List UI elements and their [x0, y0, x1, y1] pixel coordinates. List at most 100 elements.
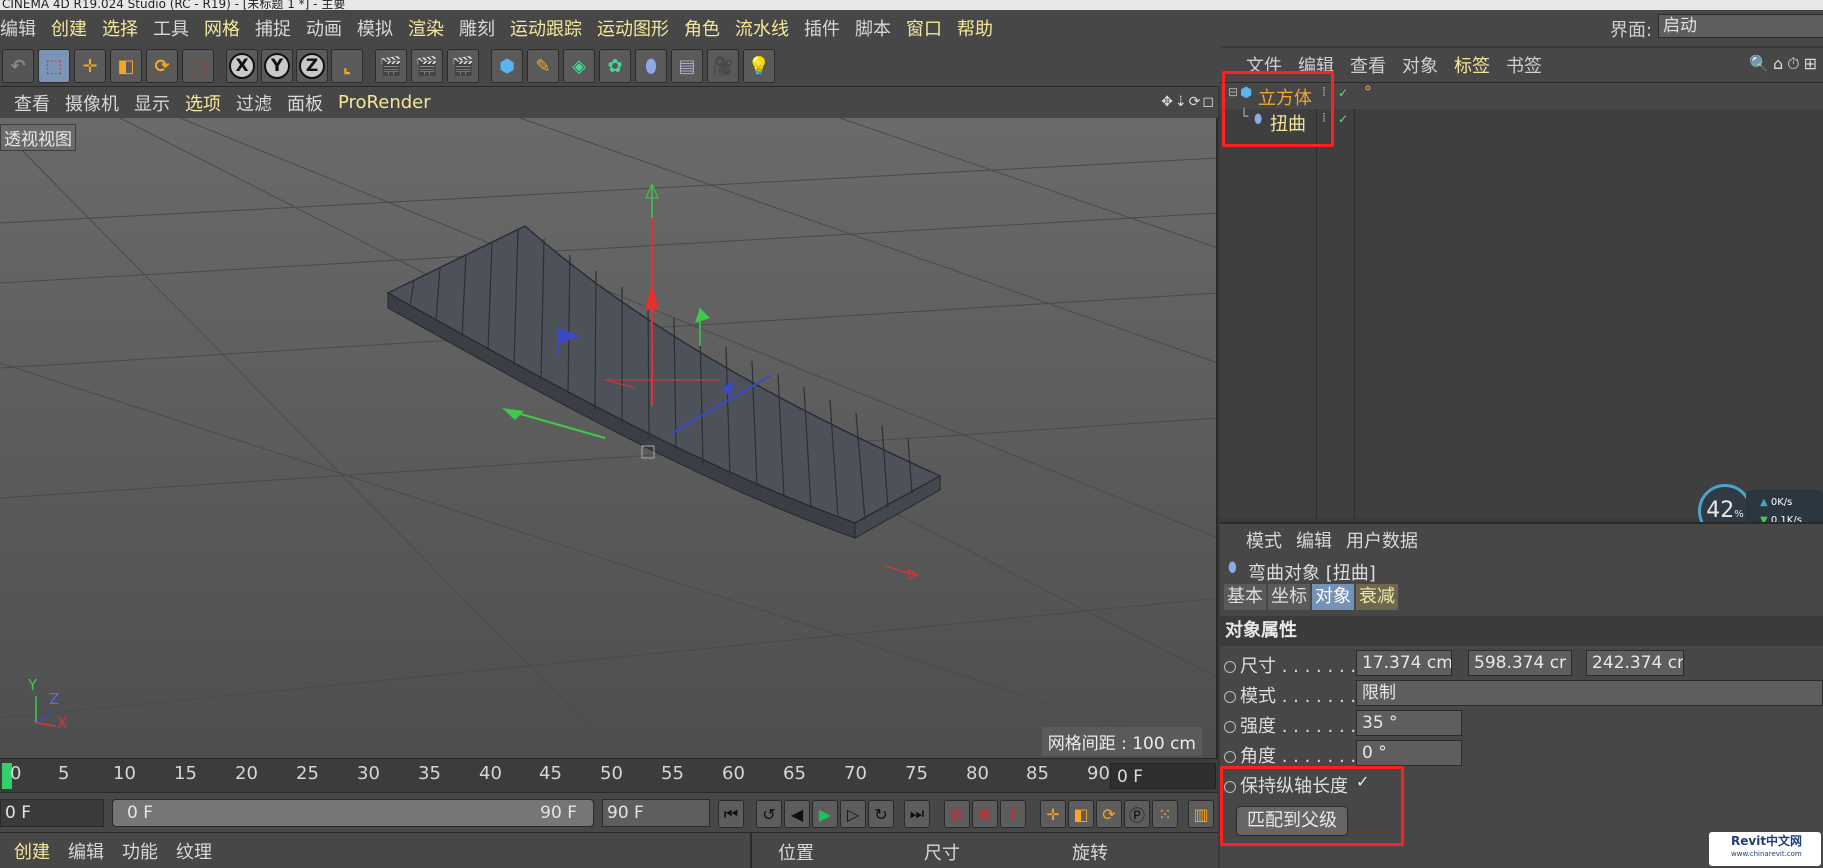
viewport-menu-item[interactable]: 选项 — [185, 90, 221, 116]
timeline-window-icon[interactable]: ▥ — [1188, 800, 1214, 828]
tab-falloff[interactable]: 衰减 — [1356, 584, 1398, 610]
material-menu-item[interactable]: 创建 — [14, 838, 50, 864]
om-menu-item[interactable]: 对象 — [1402, 52, 1438, 78]
undo-icon[interactable]: ↶ — [2, 49, 34, 83]
last-tool-icon[interactable]: ⬚ — [182, 49, 214, 83]
next-key-icon[interactable]: ↻ — [868, 800, 894, 828]
viewport-menu-item[interactable]: 显示 — [134, 90, 170, 116]
tag-icon[interactable]: ⚬ — [1362, 81, 1374, 97]
current-frame-field[interactable]: 0 F — [1110, 763, 1216, 789]
viewport-nav-icons[interactable]: ✥⇣⟳◻ — [1161, 94, 1216, 110]
animate-dot-icon[interactable] — [1224, 751, 1236, 763]
enabled-check-icon[interactable]: ✓ — [1338, 86, 1348, 100]
am-menu-item[interactable]: 用户数据 — [1346, 527, 1418, 553]
object-list[interactable]: ⊟ ⬢ 立方体 ⁞ ✓ ⚬ └ ⬮ 扭曲 ⁞ ✓ — [1220, 71, 1823, 519]
menu-item[interactable]: 工具 — [153, 15, 189, 41]
om-menu-item[interactable]: 标签 — [1454, 52, 1490, 78]
viewport-menu-item[interactable]: 面板 — [287, 90, 323, 116]
menu-item[interactable]: 运动跟踪 — [510, 15, 582, 41]
om-toolbar-icons[interactable]: 🔍⌂⏱⊞ — [1749, 54, 1821, 74]
coordinate-system-icon[interactable]: ⌞ — [331, 49, 363, 83]
om-menu-item[interactable]: 书签 — [1506, 52, 1542, 78]
prev-frame-icon[interactable]: ◀ — [784, 800, 810, 828]
menu-item[interactable]: 捕捉 — [255, 15, 291, 41]
tab-object[interactable]: 对象 — [1312, 584, 1354, 610]
render-view-icon[interactable]: 🎬 — [375, 49, 407, 83]
menu-item[interactable]: 网格 — [204, 15, 240, 41]
size-y-field[interactable]: 598.374 cr — [1468, 650, 1572, 676]
camera-icon[interactable]: 🎥 — [707, 49, 739, 83]
am-menu-item[interactable]: 编辑 — [1296, 527, 1332, 553]
key-position-icon[interactable]: ✛ — [1040, 800, 1066, 828]
menu-item[interactable]: 脚本 — [855, 15, 891, 41]
menu-item[interactable]: 运动图形 — [597, 15, 669, 41]
animate-dot-icon[interactable] — [1224, 661, 1236, 673]
menu-item[interactable]: 创建 — [51, 15, 87, 41]
scale-icon[interactable]: ◧ — [110, 49, 142, 83]
menu-item[interactable]: 插件 — [804, 15, 840, 41]
key-parameter-icon[interactable]: Ⓟ — [1124, 800, 1150, 828]
move-icon[interactable]: ✛ — [74, 49, 106, 83]
menu-item[interactable]: 帮助 — [957, 15, 993, 41]
viewport-menu-item[interactable]: 查看 — [14, 90, 50, 116]
angle-field[interactable]: 0 ° — [1356, 740, 1462, 766]
record-icon[interactable]: ⊘ — [944, 800, 970, 828]
light-icon[interactable]: 💡 — [743, 49, 775, 83]
menu-item[interactable]: 动画 — [306, 15, 342, 41]
deformer-icon[interactable]: ⬮ — [635, 49, 667, 83]
start-frame-field[interactable]: 0 F — [0, 799, 104, 827]
rotate-icon[interactable]: ⟳ — [146, 49, 178, 83]
key-scale-icon[interactable]: ◧ — [1068, 800, 1094, 828]
menu-item[interactable]: 雕刻 — [459, 15, 495, 41]
go-to-start-icon[interactable]: ⏮ — [718, 800, 744, 828]
animate-dot-icon[interactable] — [1224, 721, 1236, 733]
end-frame-field[interactable]: 90 F — [602, 799, 710, 827]
pen-icon[interactable]: ✎ — [527, 49, 559, 83]
render-picture-viewer-icon[interactable]: 🎬 — [411, 49, 443, 83]
om-menu-item[interactable]: 查看 — [1350, 52, 1386, 78]
tab-basic[interactable]: 基本 — [1224, 584, 1266, 610]
live-select-icon[interactable]: ⬚ — [38, 49, 70, 83]
material-menu-item[interactable]: 纹理 — [176, 838, 212, 864]
menu-item[interactable]: 角色 — [684, 15, 720, 41]
material-menu-item[interactable]: 编辑 — [68, 838, 104, 864]
key-rotation-icon[interactable]: ⟳ — [1096, 800, 1122, 828]
perspective-viewport[interactable]: 透视视图 Y Z X 网格间距 : 100 cm — [0, 118, 1218, 758]
x-axis-lock-icon[interactable]: X — [226, 49, 258, 83]
prev-key-icon[interactable]: ↺ — [756, 800, 782, 828]
am-menu-item[interactable]: 模式 — [1246, 527, 1282, 553]
z-axis-lock-icon[interactable]: Z — [296, 49, 328, 83]
mode-dropdown[interactable]: 限制 — [1356, 680, 1823, 706]
menu-item[interactable]: 窗口 — [906, 15, 942, 41]
animate-dot-icon[interactable] — [1224, 691, 1236, 703]
keyframe-selection-icon[interactable]: ? — [1000, 800, 1026, 828]
viewport-menu-item[interactable]: 过滤 — [236, 90, 272, 116]
menu-item[interactable]: 流水线 — [735, 15, 789, 41]
y-axis-lock-icon[interactable]: Y — [261, 49, 293, 83]
menu-item[interactable]: 编辑 — [0, 15, 36, 41]
mograph-cloner-icon[interactable]: ✿ — [599, 49, 631, 83]
auto-key-icon[interactable]: ⊕ — [972, 800, 998, 828]
menu-item[interactable]: 渲染 — [408, 15, 444, 41]
subdivision-icon[interactable]: ◈ — [563, 49, 595, 83]
render-settings-icon[interactable]: 🎬 — [447, 49, 479, 83]
viewport-menu-item[interactable]: 摄像机 — [65, 90, 119, 116]
layout-select[interactable]: 启动 — [1658, 14, 1823, 38]
menu-item[interactable]: 模拟 — [357, 15, 393, 41]
play-icon[interactable]: ▶ — [812, 800, 838, 828]
material-menu-item[interactable]: 功能 — [122, 838, 158, 864]
frame-range-slider[interactable]: 0 F 90 F — [112, 799, 594, 827]
size-z-field[interactable]: 242.374 cr — [1586, 650, 1684, 676]
viewport-menu-item[interactable]: ProRender — [338, 92, 431, 113]
cube-icon[interactable]: ⬢ — [491, 49, 523, 83]
next-frame-icon[interactable]: ▷ — [840, 800, 866, 828]
enabled-check-icon[interactable]: ✓ — [1338, 112, 1348, 126]
strength-field[interactable]: 35 ° — [1356, 710, 1462, 736]
menu-item[interactable]: 选择 — [102, 15, 138, 41]
go-to-end-icon[interactable]: ⏭ — [904, 800, 930, 828]
size-x-field[interactable]: 17.374 cm — [1356, 650, 1452, 676]
tab-coords[interactable]: 坐标 — [1268, 584, 1310, 610]
timeline-ruler[interactable]: 0 5 10 15 20 25 30 35 40 45 50 55 60 65 … — [0, 758, 1218, 792]
floor-icon[interactable]: ▤ — [671, 49, 703, 83]
key-pla-icon[interactable]: ⁙ — [1152, 800, 1178, 828]
